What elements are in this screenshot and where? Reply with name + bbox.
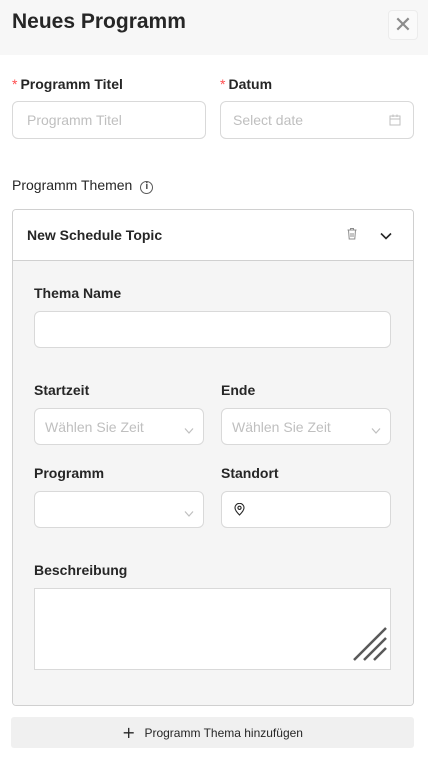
close-icon: ✕ [393,12,413,37]
topic-title: New Schedule Topic [27,227,163,243]
program-title-label: * Programm Titel [12,76,123,92]
topic-name-input[interactable] [34,311,391,348]
plus-icon: + [122,723,136,742]
chevron-down-icon [184,422,194,438]
modal-header: Neues Programm ✕ [0,0,428,55]
start-time-select[interactable]: Wählen Sie Zeit [34,408,204,445]
end-time-placeholder: Wählen Sie Zeit [232,418,331,435]
description-textarea[interactable] [34,588,391,670]
required-marker: * [12,76,18,92]
add-topic-button[interactable]: + Programm Thema hinzufügen [11,717,414,748]
location-label: Standort [221,465,279,481]
required-marker: * [220,76,226,92]
description-label: Beschreibung [34,562,128,578]
chevron-down-icon [371,422,381,438]
date-label: * Datum [220,76,273,92]
date-picker[interactable]: Select date [220,101,414,139]
topic-name-label: Thema Name [34,285,122,301]
add-topic-label: Programm Thema hinzufügen [144,725,303,740]
close-button[interactable]: ✕ [388,10,418,40]
topics-label: Programm Themen i [12,177,154,194]
calendar-icon [389,113,401,129]
program-title-placeholder: Programm Titel [27,112,122,128]
date-placeholder: Select date [233,112,304,128]
location-input[interactable] [221,491,391,528]
end-time-label: Ende [221,382,256,398]
start-time-label: Startzeit [34,382,90,398]
info-icon[interactable]: i [140,180,154,194]
trash-icon[interactable] [346,227,358,245]
program-title-input[interactable]: Programm Titel [12,101,206,139]
end-time-select[interactable]: Wählen Sie Zeit [221,408,391,445]
program-label: Programm [34,465,105,481]
chevron-down-icon[interactable] [380,228,392,246]
resize-handle-icon[interactable] [352,626,388,667]
program-select[interactable] [34,491,204,528]
topic-panel-header[interactable]: New Schedule Topic [13,210,413,261]
modal-title: Neues Programm [12,10,186,33]
chevron-down-icon [184,505,194,521]
start-time-placeholder: Wählen Sie Zeit [45,418,144,435]
map-pin-icon [234,503,245,516]
